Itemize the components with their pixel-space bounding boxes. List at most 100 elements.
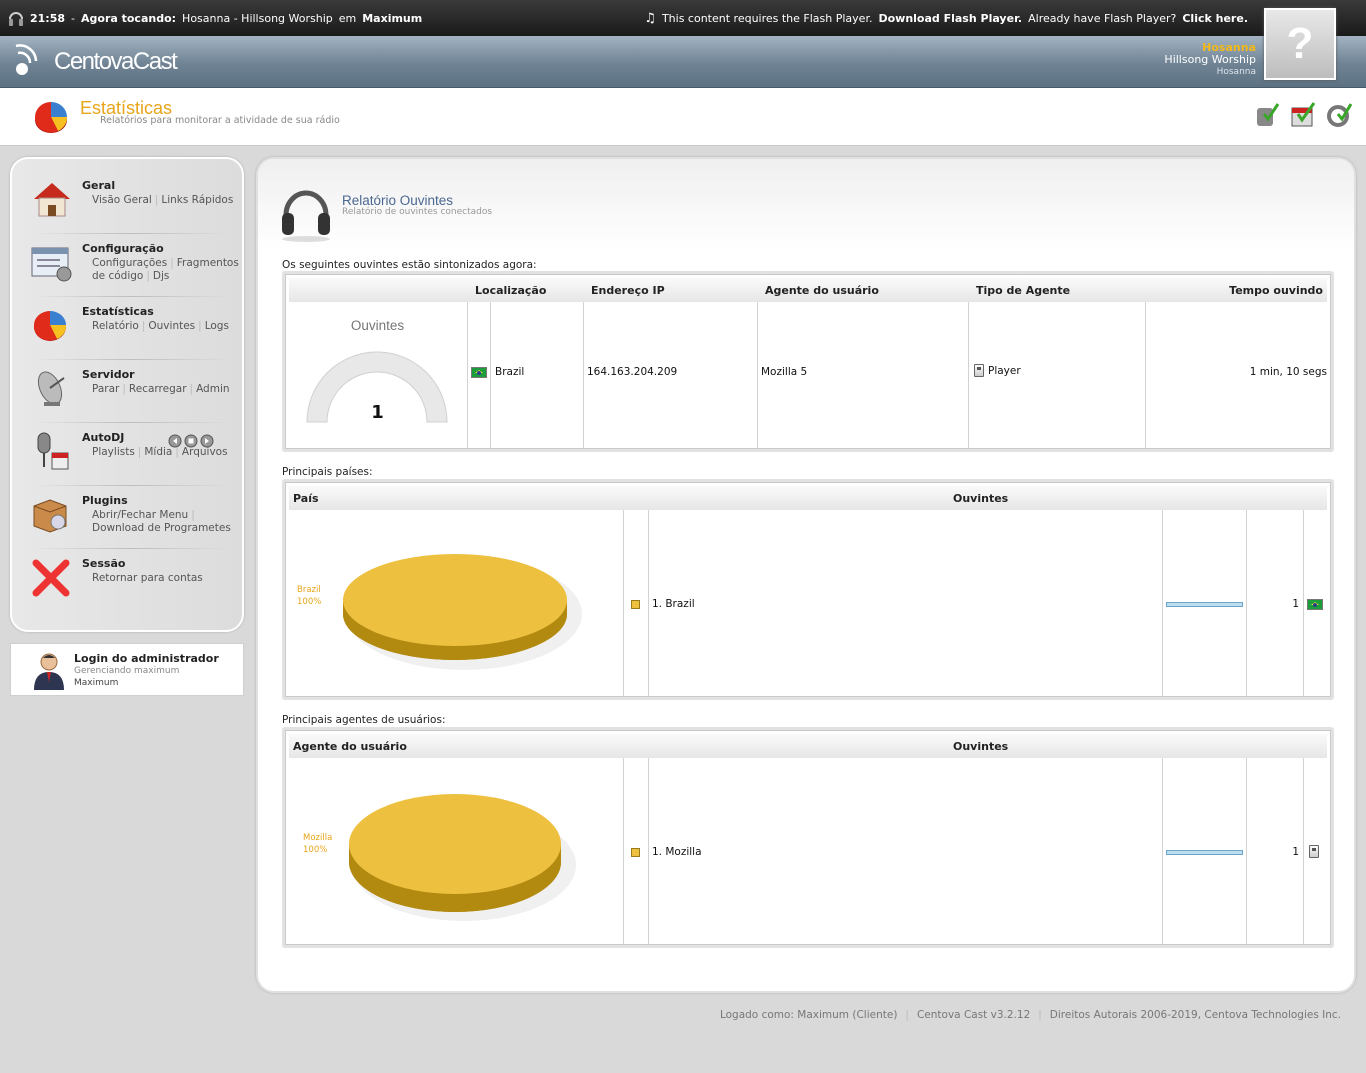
brazil-flag-icon: [1307, 599, 1323, 610]
gauge-label: Ouvintes: [350, 318, 405, 333]
sidebar-item-servidor[interactable]: Servidor Parar | Recarregar | Admin: [26, 362, 236, 418]
listener-agent: Mozilla 5: [761, 366, 808, 378]
page-subtitle: Relatórios para monitorar a atividade de…: [100, 115, 340, 126]
table-header: Agente do usuário Ouvintes: [289, 734, 1327, 758]
sidebar-item-title: Sessão: [82, 557, 126, 570]
pie-slice-label: Brazil: [297, 585, 321, 595]
reload-icon[interactable]: [1326, 100, 1352, 128]
link-relatorio[interactable]: Relatório: [92, 320, 139, 332]
legend-swatch: [631, 848, 640, 857]
sidebar-item-sessao[interactable]: Sessão Retornar para contas: [26, 551, 236, 607]
track-artist: Hillsong Worship: [1164, 53, 1256, 66]
link-configuracoes[interactable]: Configurações: [92, 257, 167, 269]
player-icon: [974, 364, 984, 377]
logo-text: CentovaCast: [54, 48, 178, 75]
link-ouvintes[interactable]: Ouvintes: [148, 320, 195, 332]
listeners-gauge: Ouvintes 1: [295, 314, 460, 424]
col-ouvintes: Ouvintes: [953, 492, 1009, 505]
table-header: Localização Endereço IP Agente do usuári…: [289, 278, 1327, 302]
sidebar-item-plugins[interactable]: Plugins Abrir/Fechar Menu | Download de Pr…: [26, 488, 236, 544]
link-logs[interactable]: Logs: [205, 320, 229, 332]
page-header: Estatísticas Relatórios para monitorar a…: [0, 88, 1366, 146]
admin-login-box: Login do administrador Gerenciando maxim…: [10, 643, 244, 696]
countries-table: País Ouvintes Brazil 100% 1. Brazil 1: [282, 479, 1334, 700]
click-here-link[interactable]: Click here.: [1182, 12, 1248, 25]
link-playlists[interactable]: Playlists: [92, 446, 135, 458]
footer-version: Centova Cast v3.2.12: [916, 1009, 1031, 1021]
listeners-caption: Os seguintes ouvintes estão sintonizados…: [282, 259, 537, 271]
col-tipo-agente: Tipo de Agente: [976, 284, 1071, 297]
user-avatar-icon: [34, 653, 64, 690]
sidebar-item-configuracao[interactable]: Configuração Configurações | Fragmentos de…: [26, 236, 239, 292]
sidebar-item-title: Plugins: [82, 494, 128, 507]
now-playing-station: Maximum: [362, 11, 423, 25]
sidebar-item-geral[interactable]: Geral Visão Geral | Links Rápidos: [26, 173, 236, 229]
col-tempo-ouvindo: Tempo ouvindo: [1229, 284, 1323, 297]
sidebar-item-title: Geral: [82, 179, 116, 192]
report-title: Relatório Ouvintes: [342, 193, 454, 208]
sidebar-item-estatisticas[interactable]: Estatísticas Relatório | Ouvintes | Logs: [26, 299, 236, 355]
col-endereco-ip: Endereço IP: [591, 284, 665, 297]
schedule-icon[interactable]: [1290, 100, 1316, 128]
now-playing-track: Hosanna - Hillsong Worship: [182, 11, 333, 25]
sidebar-item-autodj[interactable]: AutoDJ Playlists | Mídia | Arquivos: [26, 425, 236, 481]
link-retornar-contas[interactable]: Retornar para contas: [92, 572, 203, 584]
country-bar: [1166, 602, 1243, 607]
login-title: Login do administrador: [74, 652, 219, 665]
listener-ip: 164.163.204.209: [587, 366, 678, 378]
sidebar-item-title: Configuração: [82, 242, 164, 255]
sidebar: Geral Visão Geral | Links Rápidos Configur…: [10, 157, 244, 632]
link-visao-geral[interactable]: Visão Geral: [92, 194, 152, 206]
login-user: Maximum: [74, 678, 119, 688]
link-parar[interactable]: Parar: [92, 383, 119, 395]
agents-caption: Principais agentes de usuários:: [282, 714, 446, 726]
link-download-programetes[interactable]: Download de Programetes: [92, 522, 231, 534]
pie-slice-label: Mozilla: [303, 833, 332, 843]
now-playing: 21:58 - Agora tocando: Hosanna - Hillson…: [8, 0, 422, 36]
link-midia[interactable]: Mídia: [144, 446, 172, 458]
footer: Logado como: Maximum (Cliente) | Centova C…: [719, 1009, 1341, 1021]
house-icon: [34, 183, 70, 217]
player-icon: [1309, 845, 1319, 858]
legend-swatch: [631, 600, 640, 609]
footer-copyright: Direitos Autorais 2006-2019, Centova Tec…: [1049, 1009, 1341, 1021]
link-arquivos[interactable]: Arquivos: [182, 446, 228, 458]
satellite-dish-icon: [37, 371, 65, 406]
plugin-box-icon: [33, 499, 67, 533]
link-djs[interactable]: Djs: [153, 270, 169, 282]
agents-pie-chart: Mozilla 100%: [303, 794, 576, 921]
agent-count: 1: [1292, 846, 1299, 858]
col-localizacao: Localização: [475, 284, 547, 297]
agent-name: 1. Mozilla: [652, 846, 702, 858]
report-subtitle: Relatório de ouvintes conectados: [342, 207, 493, 217]
close-x-icon: [32, 559, 70, 597]
now-playing-em: em: [338, 11, 357, 25]
link-admin[interactable]: Admin: [196, 383, 229, 395]
download-flash-link[interactable]: Download Flash Player.: [878, 12, 1022, 25]
music-note-icon: ♫: [644, 10, 656, 26]
col-pais: País: [293, 492, 319, 505]
listener-location: Brazil: [495, 366, 525, 378]
listener-agent-type: Player: [974, 364, 1021, 377]
agents-table: Agente do usuário Ouvintes Mozilla 100% …: [282, 727, 1334, 948]
col-agente-usuario: Agente do usuário: [765, 284, 879, 297]
flash-notice: ♫ This content requires the Flash Player…: [644, 0, 1248, 36]
col-agente-usuario: Agente do usuário: [293, 740, 407, 753]
pie-slice-percent: 100%: [297, 597, 321, 607]
track-album: Hosanna: [1216, 67, 1256, 77]
link-abrir-fechar-menu[interactable]: Abrir/Fechar Menu: [92, 509, 188, 521]
login-managing: Gerenciando maximum: [74, 666, 180, 676]
main-panel: Relatório Ouvintes Relatório de ouvintes…: [256, 157, 1356, 993]
flash-message: This content requires the Flash Player.: [661, 11, 873, 25]
pie-slice-percent: 100%: [303, 845, 327, 855]
album-art: ?: [1264, 8, 1336, 80]
link-recarregar[interactable]: Recarregar: [129, 383, 187, 395]
link-links-rapidos[interactable]: Links Rápidos: [161, 194, 233, 206]
countries-pie-chart: Brazil 100%: [297, 554, 582, 670]
footer-logged-as: Logado como: Maximum (Cliente): [719, 1009, 898, 1021]
centova-logo[interactable]: CentovaCast: [10, 42, 178, 82]
listeners-table: Localização Endereço IP Agente do usuári…: [282, 271, 1334, 452]
start-server-icon[interactable]: [1254, 100, 1280, 128]
sidebar-item-title: Servidor: [82, 368, 135, 381]
question-mark-icon: ?: [1286, 19, 1314, 68]
